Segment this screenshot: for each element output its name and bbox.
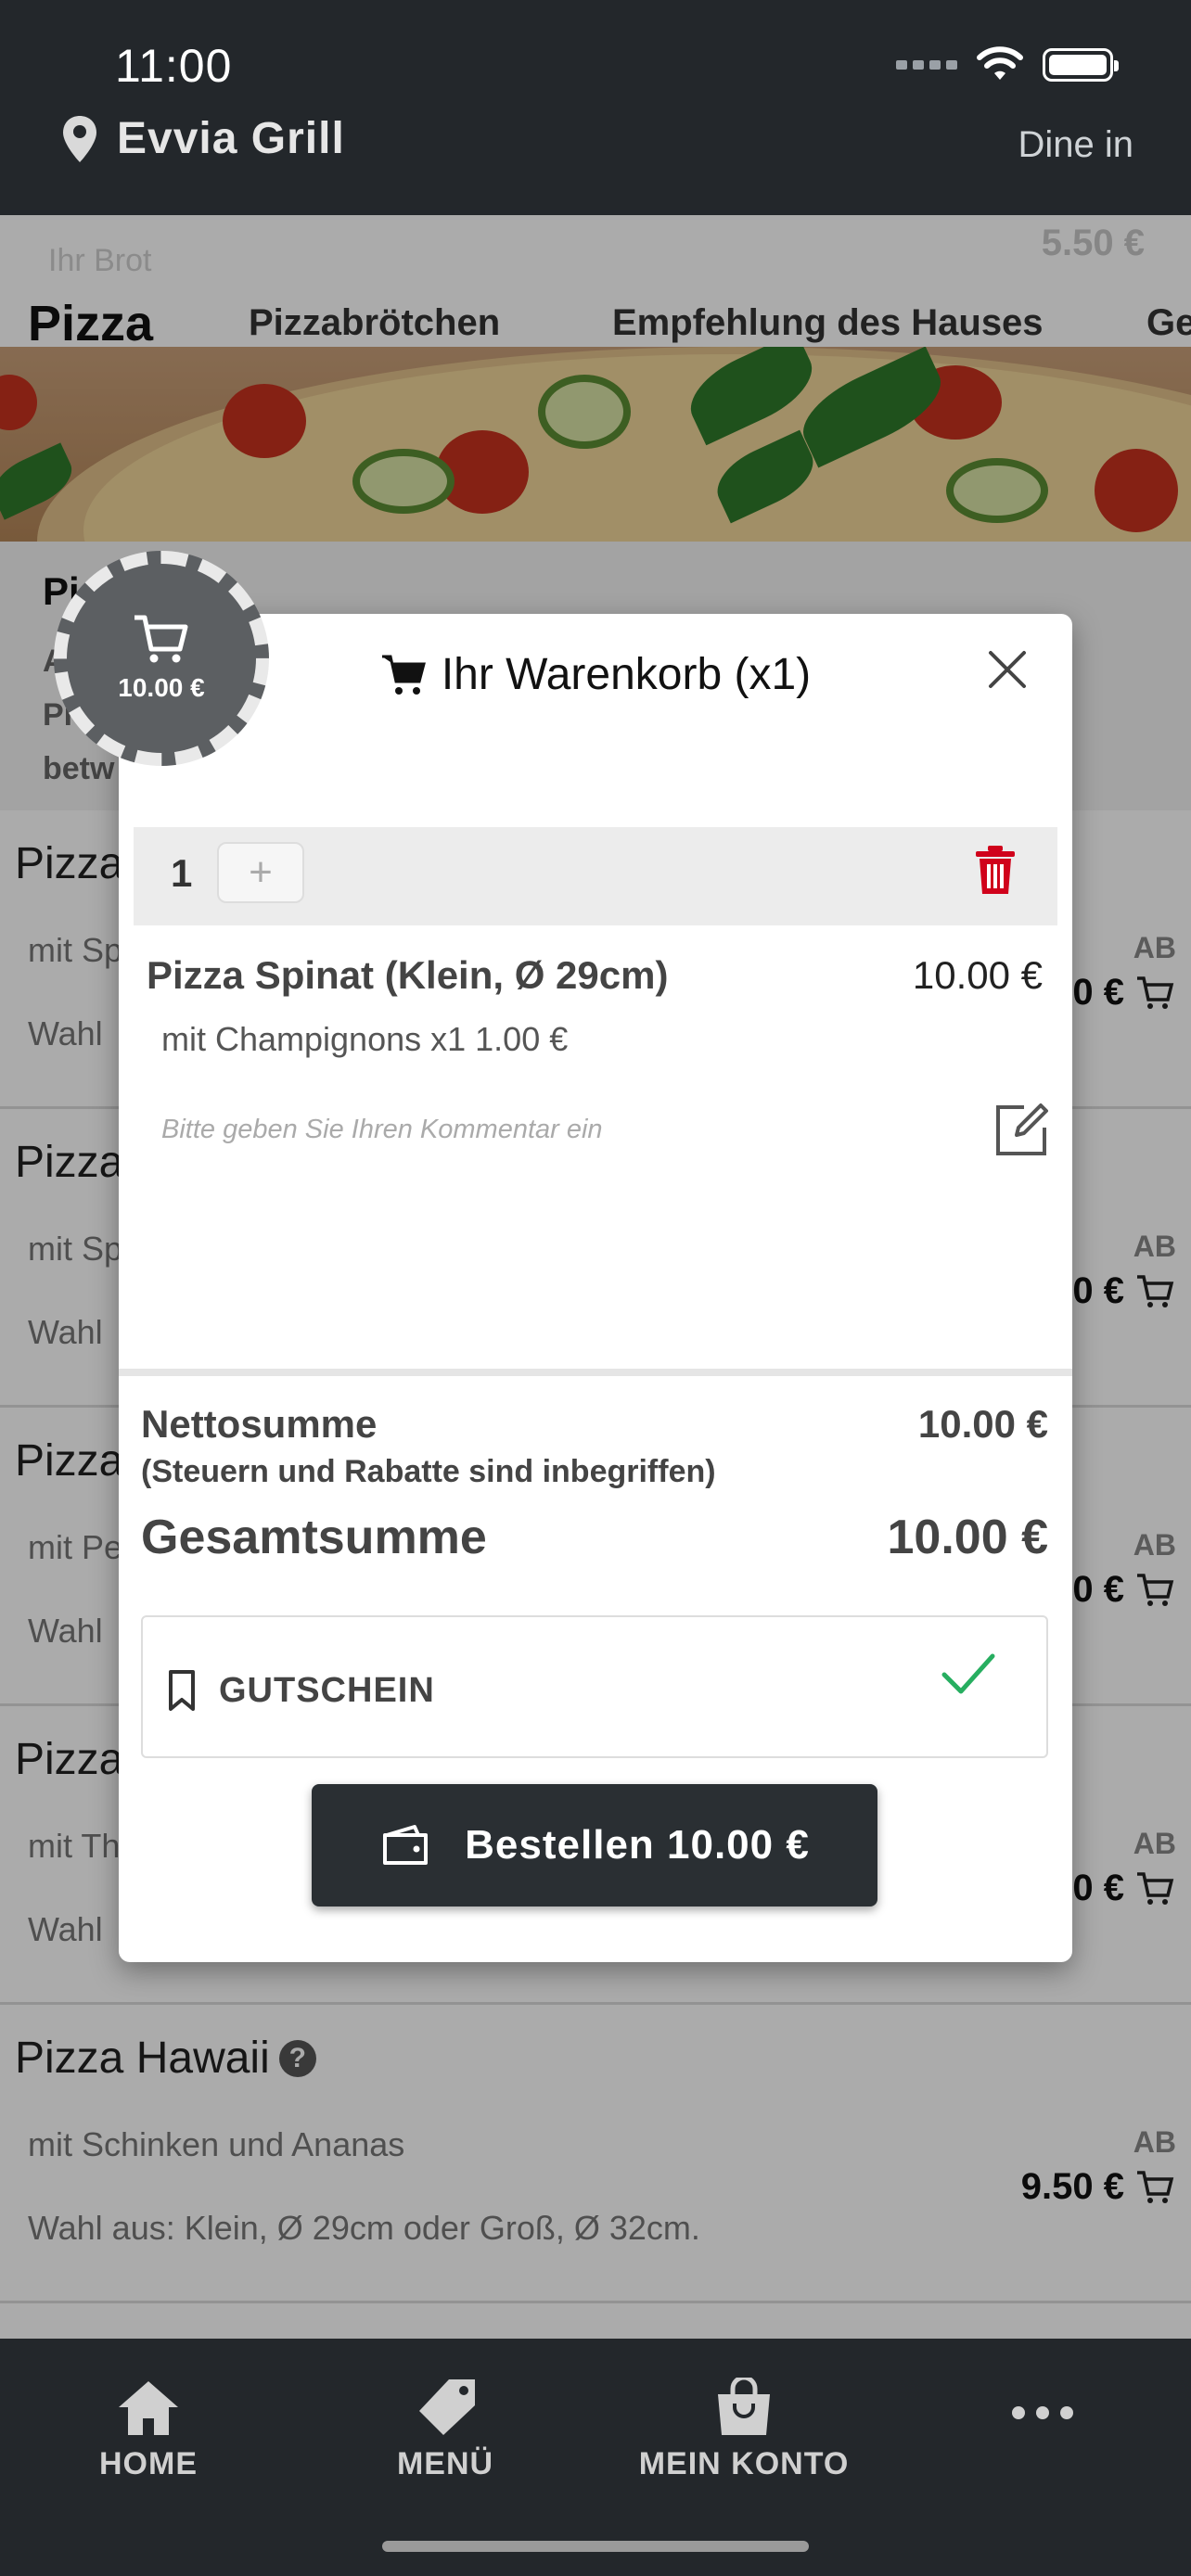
tax-note: (Steuern und Rabatte sind inbegriffen) [141, 1454, 716, 1489]
comment-input[interactable]: Bitte geben Sie Ihren Kommentar ein [161, 1115, 603, 1145]
net-total-value: 10.00 € [917, 1402, 1048, 1446]
nav-menu[interactable]: MENÜ [325, 2378, 566, 2482]
cart-icon [381, 655, 426, 695]
nav-home-label: HOME [99, 2446, 198, 2481]
edit-icon [996, 1103, 1048, 1155]
grand-total-value: 10.00 € [887, 1511, 1049, 1564]
cart-icon [134, 615, 188, 663]
nav-home[interactable]: HOME [28, 2378, 269, 2482]
tag-icon [419, 2379, 475, 2435]
dine-mode-toggle[interactable]: Dine in [1018, 124, 1133, 166]
close-icon [989, 651, 1026, 688]
app-header: 11:00 Evvia Grill Dine in [0, 0, 1191, 215]
restaurant-name: Evvia Grill [117, 114, 345, 163]
floating-cart-total: 10.00 € [118, 673, 205, 702]
cart-item-name: Pizza Spinat (Klein, Ø 29cm) [147, 953, 669, 997]
cart-title: Ihr Warenkorb (x1) [441, 650, 812, 699]
home-indicator [382, 2541, 809, 2552]
quantity-increase-button[interactable]: + [217, 842, 304, 903]
check-icon[interactable] [941, 1651, 996, 1697]
quantity-value: 1 [171, 851, 193, 895]
nav-account-label: MEIN KONTO [638, 2446, 850, 2481]
cart-item-price: 10.00 € [912, 953, 1043, 997]
signal-icon [896, 60, 957, 70]
order-button[interactable]: Bestellen 10.00 € [312, 1784, 877, 1906]
bottom-navigation: HOME MENÜ MEIN KONTO [0, 2339, 1191, 2576]
trash-icon [976, 846, 1015, 894]
divider [119, 1369, 1072, 1376]
bookmark-icon [169, 1670, 195, 1711]
voucher-field[interactable]: GUTSCHEIN [141, 1615, 1048, 1758]
more-icon [1012, 2406, 1073, 2419]
nav-menu-label: MENÜ [396, 2446, 494, 2481]
bag-icon [718, 2378, 770, 2435]
status-icons [896, 46, 1119, 83]
cart-modal: Ihr Warenkorb (x1) 1 + Pizza Spinat (Kle… [119, 614, 1072, 1962]
battery-icon [1043, 48, 1119, 82]
cart-item-extra: mit Champignons x1 1.00 € [161, 1020, 569, 1058]
wifi-icon [977, 46, 1023, 80]
close-button[interactable] [980, 642, 1035, 697]
status-time: 11:00 [115, 40, 233, 92]
order-button-label: Bestellen 10.00 € [465, 1822, 810, 1868]
floating-cart-button[interactable]: 10.00 € [54, 551, 269, 766]
quantity-bar: 1 + [134, 827, 1057, 925]
location-pin-icon [63, 115, 96, 162]
delete-item-button[interactable] [974, 844, 1017, 900]
net-total-label: Nettosumme [141, 1402, 378, 1446]
edit-comment-button[interactable] [992, 1100, 1052, 1164]
grand-total-label: Gesamtsumme [141, 1511, 487, 1564]
wallet-icon [383, 1825, 429, 1865]
home-icon [119, 2381, 178, 2435]
nav-more[interactable] [922, 2404, 1163, 2422]
nav-account[interactable]: MEIN KONTO [623, 2378, 864, 2482]
voucher-label: GUTSCHEIN [219, 1671, 435, 1710]
restaurant-selector[interactable]: Evvia Grill [61, 113, 345, 164]
